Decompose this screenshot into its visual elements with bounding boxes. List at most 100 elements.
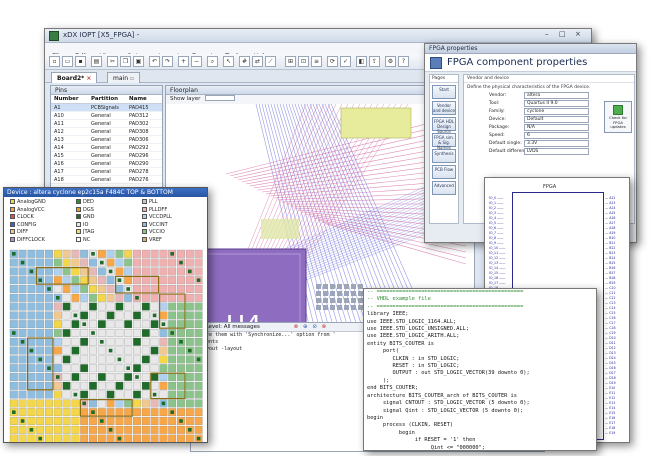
- ball-pin[interactable]: [133, 320, 141, 329]
- ball-pin[interactable]: [185, 399, 194, 408]
- ball-pin[interactable]: [185, 373, 194, 381]
- ball-pin[interactable]: [150, 267, 159, 276]
- ball-pin[interactable]: [80, 364, 89, 373]
- ball-pin[interactable]: [177, 329, 185, 337]
- nav-page-button[interactable]: FPGA sim. & Sig. Names: [432, 133, 456, 150]
- ball-pin[interactable]: [18, 381, 27, 390]
- ball-pin[interactable]: [150, 285, 159, 293]
- ball-pin[interactable]: [62, 373, 71, 381]
- ball-pin[interactable]: [36, 408, 45, 417]
- table-row[interactable]: A16 General PAD290: [51, 160, 162, 168]
- ball-pin[interactable]: [194, 346, 203, 355]
- ball-pin[interactable]: [53, 276, 62, 285]
- ball-pin[interactable]: [62, 276, 71, 285]
- ball-pin[interactable]: [124, 390, 133, 399]
- ball-pin[interactable]: [168, 425, 177, 434]
- ball-pin[interactable]: [97, 399, 106, 408]
- grid-icon[interactable]: #: [239, 56, 250, 67]
- ball-pin[interactable]: [185, 390, 194, 399]
- ball-pin[interactable]: [168, 285, 177, 293]
- ball-pin[interactable]: [27, 390, 36, 399]
- ball-pin[interactable]: [36, 311, 45, 320]
- nav-page-button[interactable]: Synthesis: [432, 149, 456, 163]
- close-tab-icon[interactable]: ×: [86, 75, 91, 82]
- ball-pin[interactable]: [141, 346, 150, 355]
- ball-pin[interactable]: [194, 373, 203, 381]
- ball-pin[interactable]: [36, 373, 45, 381]
- ball-pin[interactable]: [115, 364, 124, 373]
- component-outline[interactable]: [340, 107, 412, 139]
- ball-pin[interactable]: [141, 425, 150, 434]
- ball-pin[interactable]: [124, 408, 133, 417]
- ball-pin[interactable]: [115, 285, 124, 293]
- ball-pin[interactable]: [150, 355, 159, 364]
- ball-pin[interactable]: [177, 293, 185, 302]
- ball-pin[interactable]: [106, 276, 115, 285]
- ball-pin[interactable]: [89, 346, 97, 355]
- block-icon[interactable]: ⊡: [298, 56, 309, 67]
- ball-pin[interactable]: [124, 267, 133, 276]
- ball-pin[interactable]: [9, 285, 18, 293]
- ball-pin[interactable]: [150, 346, 159, 355]
- ball-pin[interactable]: [45, 425, 53, 434]
- ball-pin[interactable]: [97, 346, 106, 355]
- ball-pin[interactable]: [27, 302, 36, 311]
- ball-pin[interactable]: [45, 408, 53, 417]
- ball-pin[interactable]: [97, 302, 106, 311]
- ball-pin[interactable]: [106, 293, 115, 302]
- ball-pin[interactable]: [194, 399, 203, 408]
- ball-pin[interactable]: [45, 355, 53, 364]
- nav-page-button[interactable]: Advanced: [432, 181, 456, 195]
- ball-pin[interactable]: [45, 329, 53, 337]
- ball-pin[interactable]: [89, 320, 97, 329]
- ball-pin[interactable]: [89, 311, 97, 320]
- ball-pin[interactable]: [106, 381, 115, 390]
- ball-pin[interactable]: [53, 355, 62, 364]
- ball-pin[interactable]: [97, 364, 106, 373]
- swap-icon[interactable]: ⇄: [252, 56, 263, 67]
- ball-pin[interactable]: [133, 329, 141, 337]
- ball-pin[interactable]: [141, 311, 150, 320]
- layer-icon[interactable]: ≡: [311, 56, 322, 67]
- ball-pin[interactable]: [53, 364, 62, 373]
- ball-pin[interactable]: [133, 285, 141, 293]
- ball-pin[interactable]: [18, 293, 27, 302]
- ball-pin[interactable]: [71, 329, 80, 337]
- ball-pin[interactable]: [45, 390, 53, 399]
- ball-pin[interactable]: [133, 417, 141, 425]
- ball-pin[interactable]: [9, 311, 18, 320]
- col-number[interactable]: Number: [54, 96, 79, 102]
- ball-pin[interactable]: [53, 434, 62, 442]
- ball-pin[interactable]: [27, 258, 36, 267]
- table-row[interactable]: A1 PCBSignals PAD415: [51, 104, 162, 112]
- ball-pin[interactable]: [194, 249, 203, 258]
- ball-pin[interactable]: [36, 337, 45, 346]
- ball-pin[interactable]: [133, 276, 141, 285]
- ball-pin[interactable]: [141, 293, 150, 302]
- col-name[interactable]: Name: [129, 96, 147, 102]
- ball-pin[interactable]: [71, 434, 80, 442]
- ball-pin[interactable]: [80, 346, 89, 355]
- ball-pin[interactable]: [62, 249, 71, 258]
- ball-pin[interactable]: [18, 408, 27, 417]
- ball-pin[interactable]: [168, 293, 177, 302]
- ball-pin[interactable]: [27, 373, 36, 381]
- ball-pin[interactable]: [133, 408, 141, 417]
- ball-pin[interactable]: [115, 320, 124, 329]
- ball-pin[interactable]: [115, 249, 124, 258]
- ball-pin[interactable]: [177, 355, 185, 364]
- ball-pin[interactable]: [168, 258, 177, 267]
- ball-pin[interactable]: [115, 346, 124, 355]
- redo-icon[interactable]: ↷: [162, 56, 173, 67]
- ball-pin[interactable]: [36, 302, 45, 311]
- log-copy-icon[interactable]: ⊘: [312, 323, 317, 332]
- ball-pin[interactable]: [97, 320, 106, 329]
- ball-pin[interactable]: [141, 390, 150, 399]
- ball-pin[interactable]: [194, 417, 203, 425]
- ball-pin[interactable]: [36, 249, 45, 258]
- ball-pin[interactable]: [159, 329, 168, 337]
- ball-pin[interactable]: [45, 302, 53, 311]
- ball-pin[interactable]: [9, 337, 18, 346]
- ball-pin[interactable]: [168, 355, 177, 364]
- ball-pin[interactable]: [45, 276, 53, 285]
